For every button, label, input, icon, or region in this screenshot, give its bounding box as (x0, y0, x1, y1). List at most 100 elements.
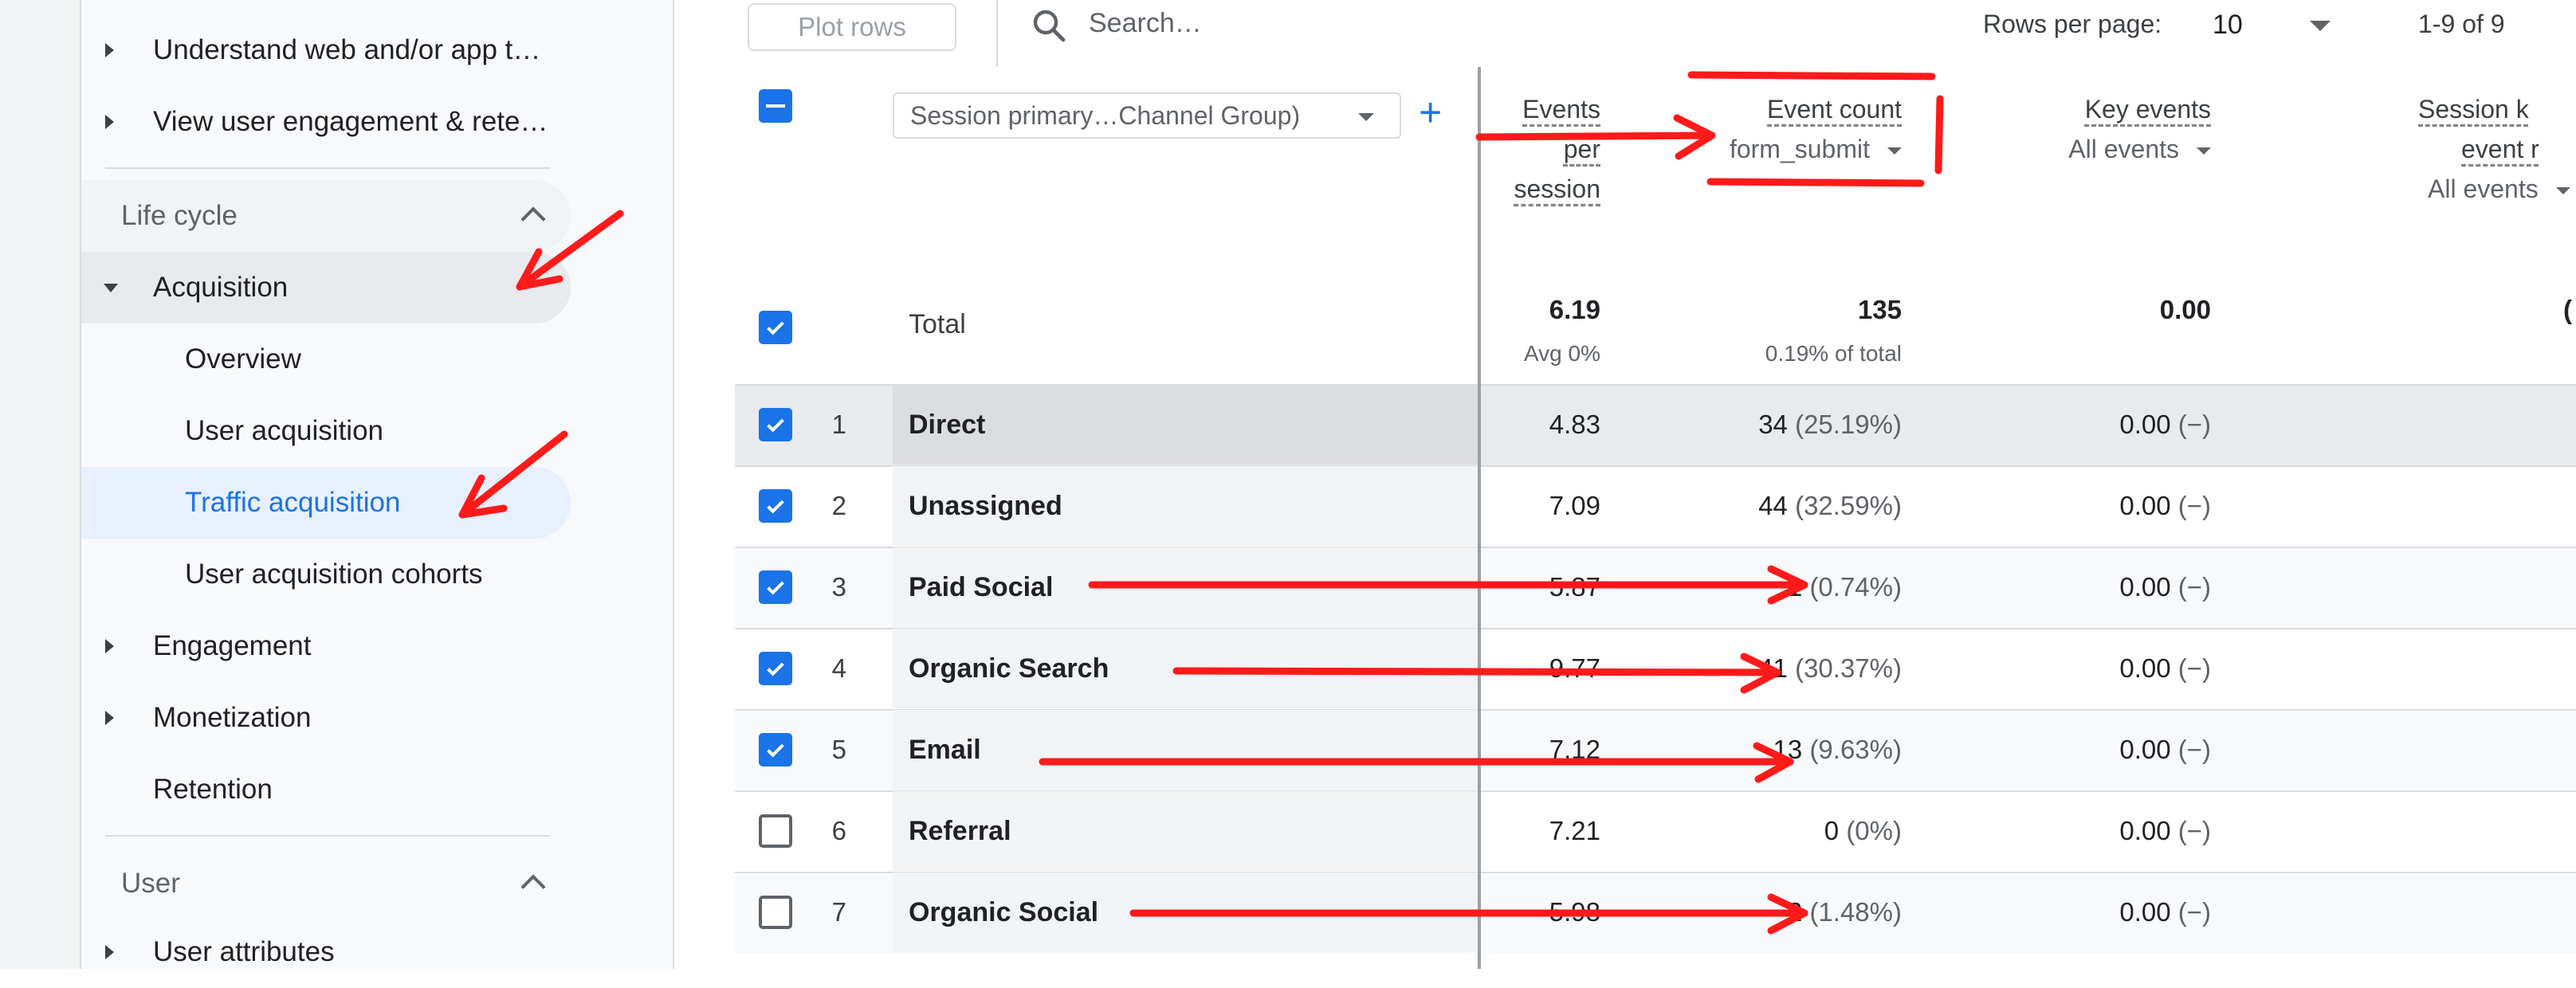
nav-item-user-acquisition-cohorts[interactable]: User acquisition cohorts (81, 539, 571, 610)
report-navigation: Understand web and/or app t… View user e… (81, 0, 674, 969)
checkmark-icon (767, 581, 784, 595)
dimension-selector-label: Session primary…Channel Group) (910, 100, 1301, 130)
nav-item-user-attributes[interactable]: User attributes (81, 916, 571, 988)
row-index: 1 (831, 410, 846, 439)
event-count-value: 13 (9.63%) (1773, 735, 1902, 764)
row-checkbox[interactable] (759, 733, 792, 766)
channel-group-name[interactable]: Email (909, 735, 981, 766)
key-events-value: 0.00 (−) (2119, 816, 2211, 845)
events-per-session-value: 7.12 (1549, 735, 1600, 764)
chevron-up-icon (520, 206, 546, 232)
events-per-session-value: 5.98 (1549, 897, 1600, 927)
total-event-count: 135 (1857, 295, 1902, 324)
total-session-key-event-rate: ( (2563, 295, 2572, 324)
row-checkbox[interactable] (759, 814, 792, 848)
rows-per-page-select[interactable]: 10 (2213, 10, 2243, 41)
key-events-value: 0.00 (−) (2119, 653, 2211, 683)
event-count-value: 2 (1.48%) (1787, 897, 1902, 927)
session-key-event-rate-filter[interactable]: All events (2324, 169, 2576, 209)
caret-right-icon (105, 43, 114, 57)
total-key-events: 0.00 (2159, 295, 2211, 324)
row-checkbox[interactable] (759, 489, 792, 523)
caret-down-icon[interactable] (2310, 21, 2331, 31)
nav-item-overview[interactable]: Overview (81, 323, 571, 395)
checkmark-icon (767, 743, 784, 758)
channel-group-name[interactable]: Organic Social (909, 897, 1098, 928)
row-index: 3 (831, 572, 846, 602)
divider (105, 835, 550, 837)
nav-item-retention[interactable]: Retention (81, 754, 571, 825)
row-index: 7 (831, 897, 846, 927)
caret-down-icon (104, 283, 118, 292)
nav-item-user-acquisition[interactable]: User acquisition (81, 395, 571, 467)
channel-group-name[interactable]: Direct (909, 410, 985, 441)
divider (105, 167, 550, 169)
event-count-value: 0 (0%) (1824, 816, 1902, 845)
channel-group-name[interactable]: Unassigned (909, 491, 1062, 522)
checkmark-icon (767, 662, 784, 676)
checkmark-icon (767, 500, 784, 514)
caret-down-icon (1358, 113, 1374, 121)
total-event-count-sub: 0.19% of total (1765, 341, 1902, 366)
section-life-cycle[interactable]: Life cycle (81, 180, 571, 252)
key-events-value: 0.00 (−) (2119, 572, 2211, 602)
app-rail (0, 0, 81, 969)
frozen-column-divider (1478, 67, 1481, 969)
key-events-value: 0.00 (−) (2119, 897, 2211, 927)
header-key-events[interactable]: Key events All events (1950, 89, 2211, 169)
row-checkbox[interactable] (759, 408, 792, 441)
key-events-value: 0.00 (−) (2119, 735, 2211, 764)
total-label: Total (909, 309, 966, 339)
caret-down-icon (1887, 147, 1902, 155)
events-per-session-value: 7.09 (1549, 491, 1600, 520)
dimension-selector[interactable]: Session primary…Channel Group) (893, 92, 1401, 139)
caret-right-icon (105, 639, 114, 653)
row-index: 6 (831, 816, 846, 845)
report-table-area: Plot rows Search… Rows per page: 10 1-9 … (674, 0, 2576, 969)
row-checkbox[interactable] (759, 896, 792, 929)
row-checkbox[interactable] (759, 570, 792, 604)
key-events-filter[interactable]: All events (1950, 129, 2211, 169)
key-events-value: 0.00 (−) (2119, 491, 2211, 520)
events-per-session-value: 7.21 (1549, 816, 1600, 845)
chevron-up-icon (520, 874, 546, 900)
channel-group-name[interactable]: Referral (909, 816, 1011, 847)
section-user[interactable]: User (81, 848, 571, 919)
row-index: 5 (831, 735, 846, 764)
channel-group-name[interactable]: Organic Search (909, 653, 1109, 684)
header-events-per-session[interactable]: Events per session (1478, 89, 1601, 209)
caret-down-icon (2197, 147, 2211, 155)
plot-rows-button[interactable]: Plot rows (748, 3, 956, 51)
nav-item-monetization[interactable]: Monetization (81, 682, 571, 754)
event-count-value: 44 (32.59%) (1758, 491, 1902, 520)
nav-item-engagement-retention[interactable]: View user engagement & rete… (81, 86, 639, 158)
nav-item-traffic-acquisition[interactable]: Traffic acquisition (81, 467, 571, 539)
channel-group-name[interactable]: Paid Social (909, 572, 1053, 603)
total-events-per-session-sub: Avg 0% (1524, 341, 1600, 366)
caret-down-icon (2555, 187, 2570, 195)
header-event-count[interactable]: Event count form_submit (1631, 89, 1902, 169)
event-count-filter[interactable]: form_submit (1631, 129, 1902, 169)
total-checkbox[interactable] (759, 311, 792, 344)
toolbar-divider (996, 0, 998, 67)
header-session-key-event-rate[interactable]: Session k event r All events (2324, 89, 2576, 209)
nav-item-engagement[interactable]: Engagement (81, 610, 571, 682)
events-per-session-value: 4.83 (1549, 410, 1600, 439)
caret-right-icon (105, 115, 114, 129)
pagination-range: 1-9 of 9 (2418, 10, 2505, 38)
row-index: 4 (831, 653, 846, 683)
search-icon[interactable] (1030, 6, 1068, 45)
checkmark-icon (767, 418, 784, 433)
add-dimension-button[interactable]: + (1419, 89, 1442, 135)
search-input[interactable]: Search… (1089, 8, 1202, 39)
event-count-value: 41 (30.37%) (1758, 653, 1902, 683)
checkmark-icon (767, 321, 784, 335)
event-count-value: 1 (0.74%) (1787, 572, 1902, 602)
row-checkbox[interactable] (759, 652, 792, 685)
nav-item-acquisition[interactable]: Acquisition (81, 252, 571, 323)
select-all-checkbox[interactable] (759, 89, 792, 123)
nav-item-understand[interactable]: Understand web and/or app t… (81, 14, 639, 86)
total-events-per-session: 6.19 (1549, 295, 1600, 324)
key-events-value: 0.00 (−) (2119, 410, 2211, 439)
event-count-value: 34 (25.19%) (1758, 410, 1902, 439)
